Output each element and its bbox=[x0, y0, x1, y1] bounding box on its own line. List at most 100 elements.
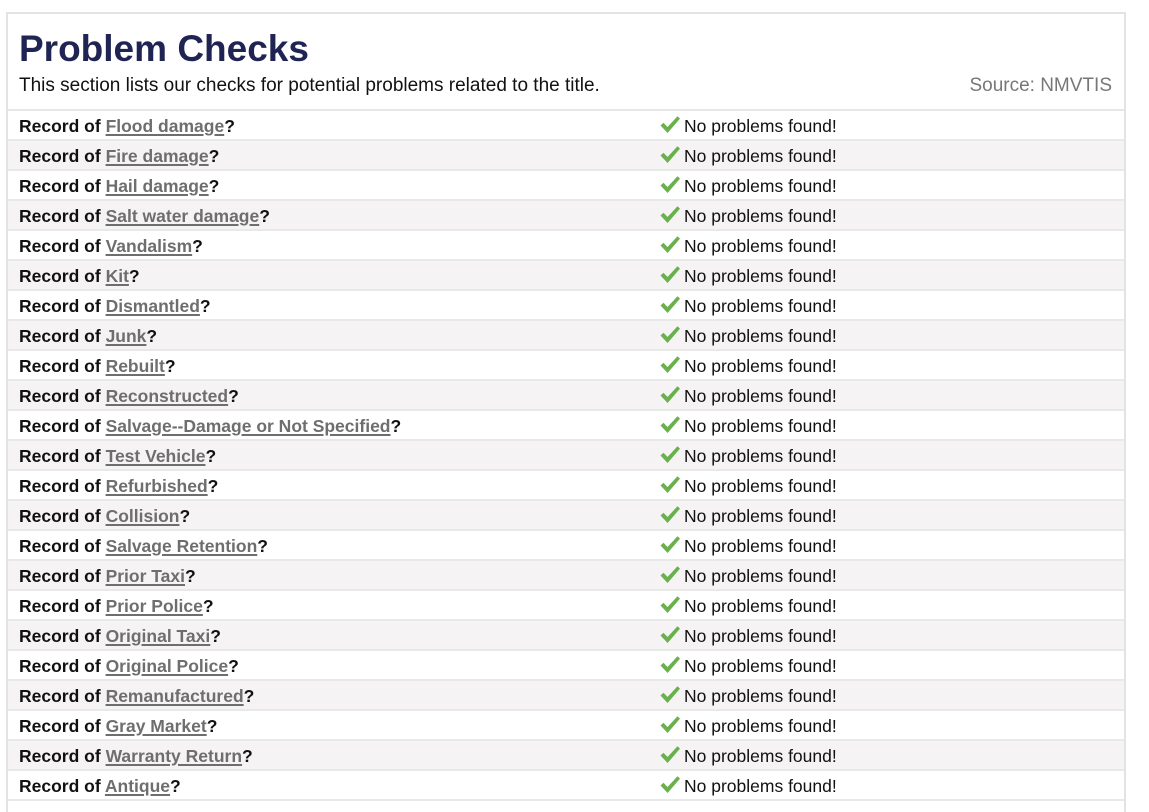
status-text: No problems found! bbox=[684, 116, 837, 136]
question-mark: ? bbox=[228, 656, 239, 676]
check-link[interactable]: Vandalism bbox=[106, 236, 193, 256]
check-link[interactable]: Junk bbox=[106, 326, 147, 346]
check-icon bbox=[660, 476, 680, 493]
check-label: Record of Test Vehicle? bbox=[19, 445, 216, 467]
question-mark: ? bbox=[185, 566, 196, 586]
check-label: Record of Salvage Retention? bbox=[19, 535, 268, 557]
question-mark: ? bbox=[228, 386, 239, 406]
status-text: No problems found! bbox=[684, 716, 837, 736]
check-link[interactable]: Remanufactured bbox=[106, 686, 244, 706]
check-label: Record of Fire damage? bbox=[19, 145, 219, 167]
check-link[interactable]: Original Police bbox=[106, 656, 229, 676]
section-description: This section lists our checks for potent… bbox=[19, 75, 600, 96]
table-row: Record of Original Taxi? No problems foun… bbox=[8, 621, 1124, 651]
check-label: Record of Junk? bbox=[19, 325, 157, 347]
check-status: No problems found! bbox=[659, 415, 837, 437]
question-mark: ? bbox=[128, 266, 140, 286]
table-row: Record of Original Police? No problems fo… bbox=[8, 651, 1124, 681]
check-label: Record of Collision? bbox=[19, 505, 190, 527]
check-label: Record of Antique? bbox=[19, 775, 181, 797]
check-link[interactable]: Fire damage bbox=[106, 146, 209, 166]
question-mark: ? bbox=[199, 296, 211, 316]
check-status: No problems found! bbox=[659, 355, 837, 377]
check-label: Record of Rebuilt? bbox=[19, 355, 176, 377]
check-link[interactable]: Prior Police bbox=[106, 596, 203, 616]
question-mark: ? bbox=[192, 236, 203, 256]
check-link[interactable]: Dismantled bbox=[106, 296, 200, 316]
check-link[interactable]: Hail damage bbox=[106, 176, 209, 196]
check-icon bbox=[660, 596, 680, 613]
table-row: Record of Flood damage? No problems found… bbox=[8, 111, 1124, 141]
table-row: Record of Salt water damage? No problems … bbox=[8, 201, 1124, 231]
check-link[interactable]: Salt water damage bbox=[106, 206, 260, 226]
table-row: Record of Reconstructed? No problems foun… bbox=[8, 381, 1124, 411]
question-mark: ? bbox=[224, 116, 235, 136]
check-link[interactable]: Salvage--Damage or Not Specified bbox=[106, 416, 391, 436]
check-link[interactable]: Salvage Retention bbox=[106, 536, 258, 556]
check-icon bbox=[660, 386, 680, 403]
check-link[interactable]: Original Taxi bbox=[106, 626, 211, 646]
check-status: No problems found! bbox=[659, 565, 837, 587]
check-link[interactable]: Collision bbox=[106, 506, 180, 526]
check-status: No problems found! bbox=[659, 265, 837, 287]
check-status: No problems found! bbox=[659, 325, 837, 347]
check-link[interactable]: Prior Taxi bbox=[106, 566, 185, 586]
question-mark: ? bbox=[206, 716, 218, 736]
question-mark: ? bbox=[208, 176, 220, 196]
check-status: No problems found! bbox=[659, 625, 837, 647]
check-icon bbox=[660, 356, 680, 373]
status-text: No problems found! bbox=[684, 746, 837, 766]
check-label: Record of Original Taxi? bbox=[19, 625, 221, 647]
record-prefix: Record of bbox=[19, 716, 101, 736]
status-text: No problems found! bbox=[684, 476, 837, 496]
status-text: No problems found! bbox=[684, 506, 837, 526]
check-link[interactable]: Test Vehicle bbox=[106, 446, 206, 466]
check-status: No problems found! bbox=[659, 175, 837, 197]
status-text: No problems found! bbox=[684, 566, 837, 586]
question-mark: ? bbox=[179, 506, 191, 526]
source-label: Source: NMVTIS bbox=[969, 75, 1112, 96]
record-prefix: Record of bbox=[19, 686, 101, 706]
check-icon bbox=[660, 236, 680, 253]
record-prefix: Record of bbox=[19, 326, 101, 346]
table-row: Record of Remanufactured? No problems fou… bbox=[8, 681, 1124, 711]
check-link[interactable]: Reconstructed bbox=[106, 386, 229, 406]
table-row: Record of Kit? No problems found! bbox=[8, 261, 1124, 291]
check-status: No problems found! bbox=[659, 115, 837, 137]
check-icon bbox=[660, 146, 680, 163]
status-text: No problems found! bbox=[684, 536, 837, 556]
question-mark: ? bbox=[205, 446, 217, 466]
check-status: No problems found! bbox=[659, 745, 837, 767]
table-row: Record of Hail damage? No problems found! bbox=[8, 171, 1124, 201]
check-link[interactable]: Rebuilt bbox=[106, 356, 165, 376]
status-text: No problems found! bbox=[684, 386, 837, 406]
record-prefix: Record of bbox=[19, 416, 101, 436]
question-mark: ? bbox=[257, 536, 268, 556]
check-label: Record of Vandalism? bbox=[19, 235, 203, 257]
check-link[interactable]: Antique bbox=[105, 776, 170, 796]
question-mark: ? bbox=[242, 746, 253, 766]
check-link[interactable]: Kit bbox=[106, 266, 129, 286]
check-link[interactable]: Flood damage bbox=[106, 116, 225, 136]
check-label: Record of Original Police? bbox=[19, 655, 239, 677]
check-status: No problems found! bbox=[659, 685, 837, 707]
record-prefix: Record of bbox=[19, 476, 101, 496]
status-text: No problems found! bbox=[684, 356, 837, 376]
record-prefix: Record of bbox=[19, 566, 101, 586]
record-prefix: Record of bbox=[19, 626, 101, 646]
table-row: Record of Test Vehicle? No problems found… bbox=[8, 441, 1124, 471]
check-link[interactable]: Warranty Return bbox=[106, 746, 242, 766]
check-label: Record of Prior Taxi? bbox=[19, 565, 196, 587]
check-link[interactable]: Refurbished bbox=[106, 476, 208, 496]
table-row: Record of Salvage Retention? No problems … bbox=[8, 531, 1124, 561]
check-status: No problems found! bbox=[659, 235, 837, 257]
checks-table: Record of Flood damage? No problems found… bbox=[8, 111, 1124, 801]
question-mark: ? bbox=[208, 146, 220, 166]
record-prefix: Record of bbox=[19, 446, 101, 466]
table-row: Record of Collision? No problems found! bbox=[8, 501, 1124, 531]
status-text: No problems found! bbox=[684, 446, 837, 466]
check-link[interactable]: Gray Market bbox=[106, 716, 207, 736]
status-text: No problems found! bbox=[684, 266, 837, 286]
check-label: Record of Salvage--Damage or Not Specifi… bbox=[19, 415, 401, 437]
table-row: Record of Salvage--Damage or Not Specifi… bbox=[8, 411, 1124, 441]
